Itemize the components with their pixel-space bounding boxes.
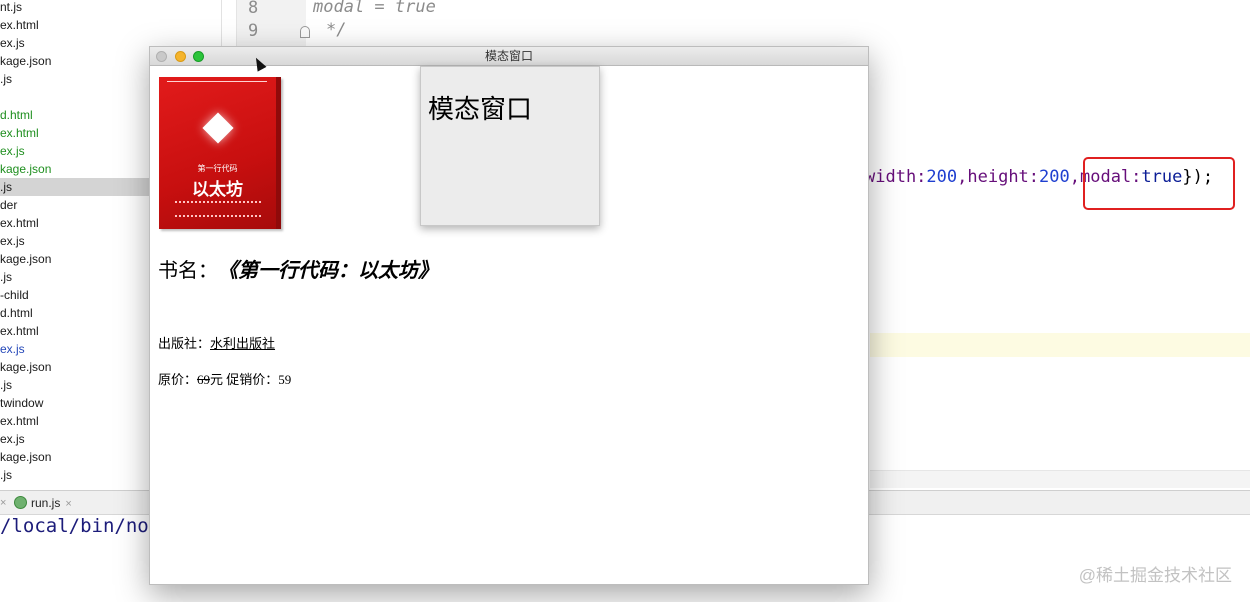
code-token-width: width: bbox=[865, 167, 927, 187]
cover-decoration bbox=[167, 81, 267, 85]
fold-icon[interactable] bbox=[300, 26, 310, 38]
editor-horizontal-scrollbar[interactable] bbox=[870, 470, 1250, 488]
file-tree-item[interactable]: ex.html bbox=[0, 16, 222, 34]
cover-subtitle: 第一行代码 bbox=[197, 164, 238, 173]
child-modal-window[interactable]: 模态窗口 bbox=[420, 66, 600, 226]
highlight-annotation-box bbox=[1083, 157, 1235, 210]
book-cover-image: 第一行代码 以太坊 bbox=[159, 77, 281, 229]
file-tree-item[interactable]: nt.js bbox=[0, 0, 222, 16]
code-token-number: 200 bbox=[926, 167, 958, 187]
price-label: 原价： bbox=[158, 372, 198, 387]
code-token-number: 200 bbox=[1039, 167, 1070, 187]
publisher-link[interactable]: 水利出版社 bbox=[210, 336, 275, 351]
book-name-value: 《第一行代码：以太坊》 bbox=[218, 260, 438, 282]
editor-gutter bbox=[236, 0, 306, 48]
cover-decoration-lines bbox=[175, 201, 261, 217]
original-price: 69 bbox=[197, 372, 211, 387]
nodejs-icon bbox=[14, 496, 27, 509]
parent-window[interactable]: 模态窗口 第一行代码 以太坊 模态窗口 书名：《第一行代码：以太坊》 出版社：水… bbox=[149, 46, 869, 585]
price-unit: 元 bbox=[210, 372, 224, 387]
line-number-9: 9 bbox=[248, 21, 259, 41]
close-icon[interactable]: × bbox=[65, 498, 71, 510]
code-token-height: ,height: bbox=[957, 167, 1040, 187]
code-line-9[interactable]: */ bbox=[326, 20, 346, 40]
publisher-label: 出版社： bbox=[158, 336, 211, 351]
tab-run-js[interactable]: run.js × bbox=[14, 493, 92, 513]
book-name-label: 书名： bbox=[158, 260, 218, 282]
console-output: /local/bin/node bbox=[0, 515, 172, 537]
current-line-highlight bbox=[870, 333, 1250, 357]
watermark: @稀土掘金技术社区 bbox=[1078, 566, 1232, 585]
price-row: 原价：69元 促销价：59 bbox=[158, 369, 291, 388]
line-number-8: 8 bbox=[248, 0, 259, 18]
book-name-row: 书名：《第一行代码：以太坊》 bbox=[158, 254, 438, 283]
cover-title: 以太坊 bbox=[192, 180, 243, 200]
run-tab-label: run.js bbox=[31, 496, 61, 510]
sale-price: 59 bbox=[278, 372, 292, 387]
tab-close-icon[interactable]: × bbox=[0, 493, 6, 513]
cover-diamond-icon bbox=[202, 112, 234, 144]
child-modal-heading: 模态窗口 bbox=[428, 95, 533, 124]
publisher-row: 出版社：水利出版社 bbox=[158, 333, 275, 352]
sale-price-label: 促销价： bbox=[226, 372, 279, 387]
code-line-8[interactable]: modal = true bbox=[313, 0, 436, 17]
